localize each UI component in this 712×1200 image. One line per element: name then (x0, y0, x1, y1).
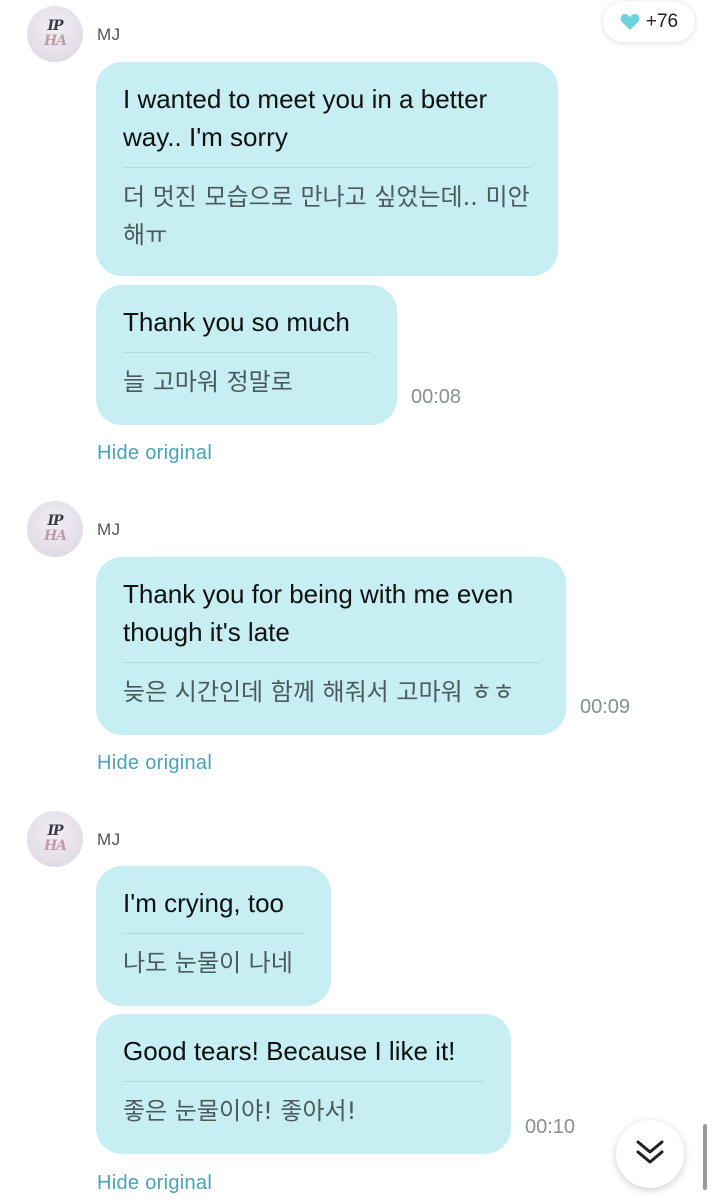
bubble-divider (123, 933, 304, 934)
message-bubble[interactable]: I wanted to meet you in a better way.. I… (96, 62, 558, 276)
scrollbar-thumb[interactable] (703, 1124, 707, 1190)
message-bubble[interactable]: Thank you for being with me even though … (96, 557, 566, 735)
message-english-text: Thank you so much (123, 307, 350, 337)
bubble-divider (123, 167, 531, 168)
avatar-text-line-2: HA (43, 528, 67, 544)
avatar[interactable]: IP HA (27, 811, 83, 867)
message-bubble[interactable]: I'm crying, too 나도 눈물이 나네 (96, 866, 331, 1006)
bubble-divider (123, 662, 539, 663)
double-chevron-down-icon (635, 1138, 665, 1171)
message-original-text: 더 멋진 모습으로 만나고 싶었는데.. 미안해ㅠ (123, 183, 530, 249)
hide-original-link[interactable]: Hide original (97, 442, 212, 465)
message-original-text: 늘 고마워 정말로 (123, 368, 293, 396)
avatar-text-line-2: HA (43, 33, 67, 49)
message-original-text: 늦은 시간인데 함께 해줘서 고마워 ㅎㅎ (123, 678, 515, 706)
hide-original-link[interactable]: Hide original (97, 752, 212, 775)
message-original-text: 좋은 눈물이야! 좋아서! (123, 1097, 357, 1125)
heart-icon (620, 13, 640, 31)
message-english-text: I'm crying, too (123, 888, 285, 918)
avatar-text-line-1: IP (47, 823, 63, 839)
avatar[interactable]: IP HA (27, 6, 83, 62)
avatar-text-line-1: IP (47, 18, 63, 34)
message-timestamp: 00:08 (411, 386, 462, 408)
message-original-text: 나도 눈물이 나네 (123, 949, 293, 977)
message-bubble[interactable]: Good tears! Because I like it! 좋은 눈물이야! … (96, 1014, 511, 1154)
message-english-text: Thank you for being with me even though … (123, 579, 514, 647)
bubble-divider (123, 1081, 484, 1082)
message-timestamp: 00:09 (580, 696, 631, 718)
reaction-badge[interactable]: +76 (603, 2, 695, 42)
message-english-text: Good tears! Because I like it! (123, 1036, 456, 1066)
sender-name: MJ (97, 830, 121, 849)
avatar[interactable]: IP HA (27, 501, 83, 557)
hide-original-link[interactable]: Hide original (97, 1172, 212, 1195)
sender-name: MJ (97, 520, 121, 539)
scroll-to-bottom-button[interactable] (616, 1120, 684, 1188)
message-timestamp: 00:10 (525, 1116, 576, 1138)
message-english-text: I wanted to meet you in a better way.. I… (123, 84, 488, 152)
avatar-text-line-1: IP (47, 513, 63, 529)
message-bubble[interactable]: Thank you so much 늘 고마워 정말로 (96, 285, 397, 425)
bubble-divider (123, 352, 370, 353)
sender-name: MJ (97, 25, 121, 44)
avatar-text-line-2: HA (43, 838, 67, 854)
reaction-count: +76 (645, 11, 679, 32)
